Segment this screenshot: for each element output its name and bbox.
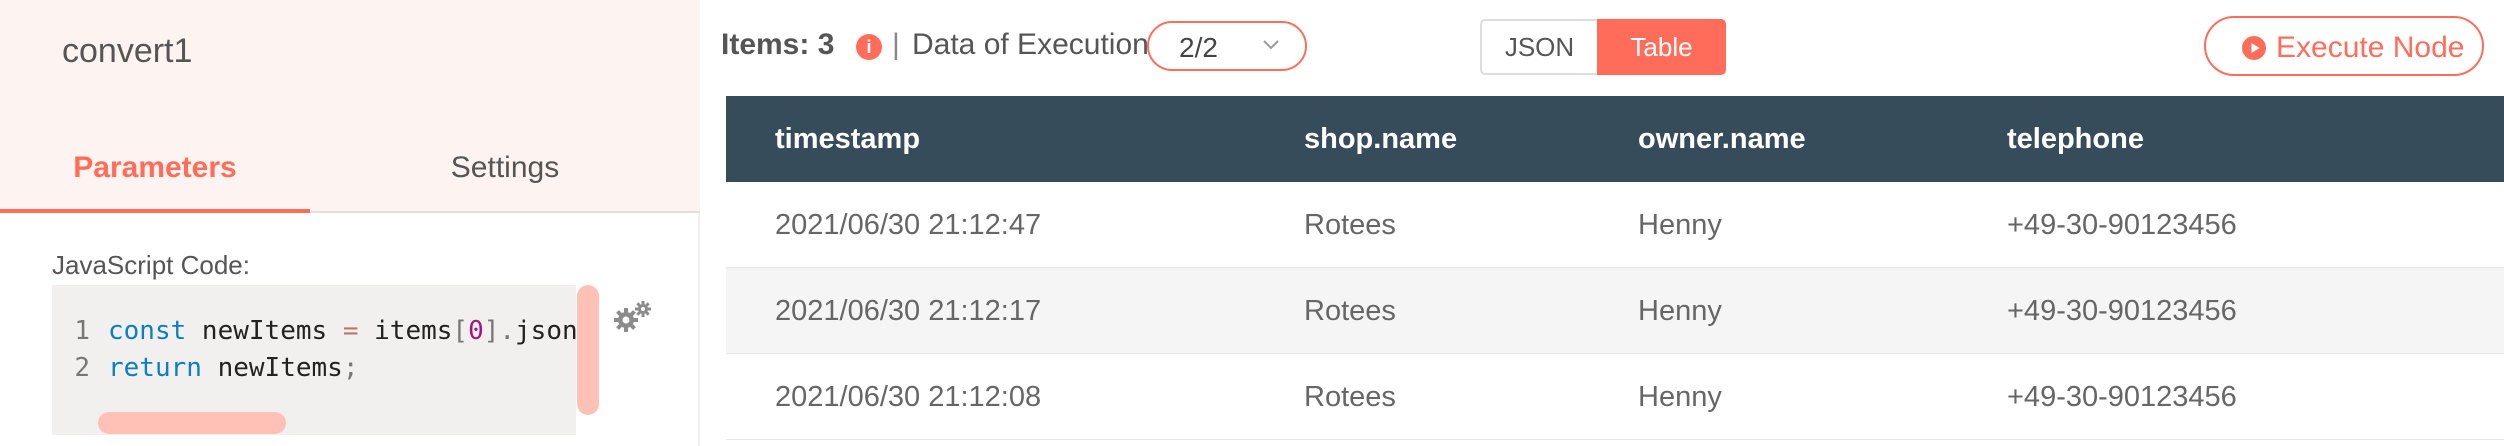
play-circle-icon [2242,36,2266,60]
code-line[interactable]: 2 return newItems; [52,349,358,387]
execute-node-button[interactable]: Execute Node [2204,16,2484,76]
table-cell: Rotees [1304,208,1396,241]
json-view-button[interactable]: JSON [1480,19,1597,75]
code-token: newItems [186,316,343,346]
tab-settings[interactable]: Settings [310,120,700,216]
table-cell: Henny [1638,380,1722,413]
line-number: 1 [74,316,90,346]
execution-label: Data of Execution: [912,28,1158,61]
code-token: ; [342,353,359,383]
table-cell: +49-30-90123456 [2007,294,2237,327]
execute-node-label: Execute Node [2276,31,2465,64]
separator: | [892,28,900,61]
table-cell: 2021/06/30 21:12:47 [775,208,1042,241]
javascript-code-label: JavaScript Code: [52,250,250,280]
code-editor-vertical-scrollbar[interactable] [577,285,599,415]
code-token: newItems [201,353,343,383]
code-token: const [108,316,187,346]
table-row: 2021/06/30 21:12:17 Rotees Henny +49-30-… [726,268,2504,354]
table-cell: +49-30-90123456 [2007,208,2237,241]
table-cell: 2021/06/30 21:12:08 [775,380,1042,413]
column-header-owner-name: owner.name [1638,122,1806,155]
items-count: Items: 3 [721,28,835,61]
output-toolbar: Items: 3 i | Data of Execution: 2/2 JSON… [700,0,2504,96]
code-line[interactable]: 1 const newItems = items[0]. json [52,312,576,350]
table-cell: Henny [1638,294,1722,327]
table-header: timestamp shop.name owner.name telephone [726,96,2504,182]
output-table: timestamp shop.name owner.name telephone… [726,96,2504,446]
code-token: . [499,316,516,346]
line-number: 2 [74,353,90,383]
node-title[interactable]: convert1 [62,32,192,71]
view-mode-toggle: JSON Table [1480,19,1726,75]
execution-select[interactable]: 2/2 [1147,21,1307,71]
code-token: ] [483,316,500,346]
tab-parameters[interactable]: Parameters [0,120,310,216]
column-header-timestamp: timestamp [775,122,921,155]
table-cell: Rotees [1304,294,1396,327]
tabs: Parameters Settings [0,120,700,216]
code-token: [ [452,316,469,346]
tab-divider [310,211,700,213]
table-row: 2021/06/30 21:12:08 Rotees Henny +49-30-… [726,354,2504,440]
code-editor-horizontal-scrollbar[interactable] [98,412,286,434]
code-token: = [342,316,359,346]
table-cell: Rotees [1304,380,1396,413]
active-tab-indicator [0,209,310,213]
node-parameters-panel: convert1 Parameters Settings JavaScript … [0,0,700,446]
table-cell: Henny [1638,208,1722,241]
gears-icon[interactable] [612,300,652,334]
column-header-shop-name: shop.name [1304,122,1458,155]
table-row: 2021/06/30 21:12:47 Rotees Henny +49-30-… [726,182,2504,268]
table-cell: 2021/06/30 21:12:17 [775,294,1042,327]
panel-header: convert1 Parameters Settings [0,0,700,213]
chevron-down-icon [1263,40,1279,50]
code-token: return [108,353,202,383]
column-header-telephone: telephone [2007,122,2144,155]
info-icon[interactable]: i [856,34,882,60]
code-token: 0 [468,316,484,346]
execution-select-value: 2/2 [1179,32,1218,63]
table-view-button[interactable]: Table [1597,19,1726,75]
code-token: json [515,316,576,346]
table-cell: +49-30-90123456 [2007,380,2237,413]
code-token: items [358,316,453,346]
